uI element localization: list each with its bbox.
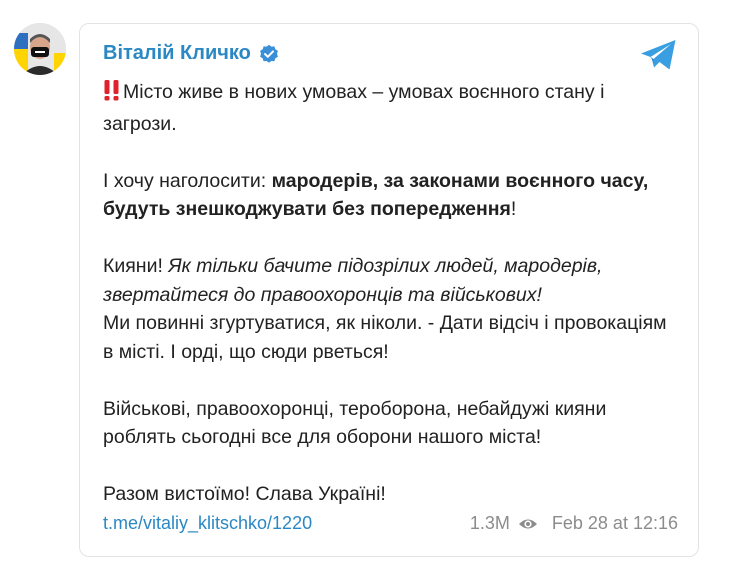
message-paragraph-5: Разом вистоїмо! Слава Україні!	[103, 483, 386, 505]
paragraph-3-italic: Як тільки бачите підозрілих людей, марод…	[103, 255, 603, 306]
message-paragraph-3: Кияни! Як тільки бачите підозрілих людей…	[103, 252, 673, 366]
author-avatar[interactable]	[14, 23, 66, 75]
double-exclamation-icon	[104, 80, 119, 101]
paragraph-1-text: Місто живе в нових умовах – умовах воєнн…	[103, 81, 605, 135]
telegram-post-card: Віталій Кличко ‼️ Місто живе в нових умо…	[79, 23, 699, 557]
post-footer: t.me/vitaliy_klitschko/1220 1.3M Feb 28 …	[103, 513, 678, 534]
message-paragraph-4: Військові, правоохоронці, тероборона, не…	[103, 397, 607, 449]
message-paragraph-2: І хочу наголосити: мародерів, за законам…	[103, 167, 673, 224]
paragraph-3-rest: Ми повинні згуртуватися, як ніколи. - Да…	[103, 312, 667, 363]
eye-icon	[518, 519, 537, 528]
author-name[interactable]: Віталій Кличко	[103, 42, 251, 65]
verified-badge-icon	[259, 44, 278, 63]
post-message: ‼️ Місто живе в нових умовах – умовах во…	[103, 78, 673, 509]
telegram-plane-icon[interactable]	[640, 38, 678, 72]
avatar-image	[14, 23, 66, 75]
paragraph-2-end: !	[510, 198, 517, 220]
paragraph-2-intro: І хочу наголосити:	[103, 169, 272, 192]
post-link[interactable]: t.me/vitaliy_klitschko/1220	[103, 513, 312, 534]
double-exclamation-emoji: ‼️	[103, 79, 123, 110]
message-paragraph-1: ‼️ Місто живе в нових умовах – умовах во…	[103, 78, 673, 138]
view-count: 1.3M	[469, 513, 510, 533]
post-header: Віталій Кличко	[103, 42, 279, 65]
paragraph-3-lead: Кияни!	[103, 255, 169, 277]
post-date: Feb 28 at 12:16	[551, 513, 678, 533]
